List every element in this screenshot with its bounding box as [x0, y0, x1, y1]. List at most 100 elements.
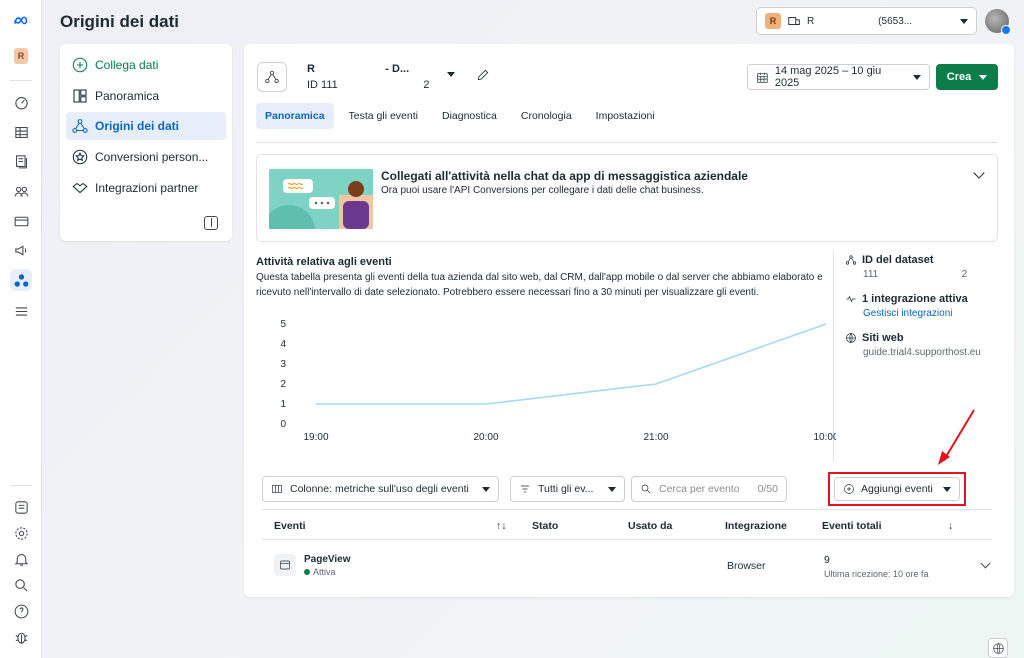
meta-logo-icon[interactable]	[10, 10, 32, 32]
sidebar-item-label: Conversioni person...	[95, 150, 209, 164]
bell-icon[interactable]	[10, 548, 32, 570]
x-tick-label: 20:00	[473, 432, 498, 443]
table-row[interactable]: PageView Attiva Browser 9 Ultima ricezio…	[262, 549, 992, 585]
event-last-received: Ultima ricezione: 10 ore fa	[824, 569, 929, 579]
settings-icon[interactable]	[10, 522, 32, 544]
date-range-picker[interactable]: 14 mag 2025 – 10 giu 2025	[747, 64, 930, 90]
sidebar-item-connect-data[interactable]: Collega dati	[66, 51, 226, 79]
account-name: R (5653...	[807, 15, 913, 27]
x-tick-label: 19:00	[303, 432, 328, 443]
add-events-label: Aggiungi eventi	[861, 483, 933, 495]
overview-icon	[73, 89, 87, 103]
people-icon[interactable]	[10, 180, 32, 202]
dashboard-icon[interactable]	[10, 91, 32, 113]
chevron-down-icon	[979, 74, 988, 80]
language-globe-icon[interactable]	[988, 638, 1008, 658]
integration-label: 1 integrazione attiva	[862, 293, 968, 305]
event-status-label: Attiva	[313, 567, 336, 577]
y-tick-label: 2	[280, 379, 286, 390]
table-header: Eventi ↑↓ Stato Usato da Integrazione Ev…	[262, 514, 992, 540]
chevron-down-icon	[608, 486, 616, 492]
add-events-button[interactable]: Aggiungi eventi	[834, 477, 960, 501]
col-used-by[interactable]: Usato da	[628, 520, 672, 532]
tab-diagnostics[interactable]: Diagnostica	[433, 103, 506, 129]
sidebar-item-data-sources[interactable]: Origini dei dati	[66, 112, 226, 140]
chevron-down-icon	[943, 486, 951, 492]
columns-dropdown[interactable]: Colonne: metriche sull'uso degli eventi	[262, 476, 499, 502]
manage-integrations-link[interactable]: Gestisci integrazioni	[863, 308, 968, 319]
y-tick-label: 3	[280, 359, 286, 370]
table-icon[interactable]	[10, 121, 32, 143]
sort-icon[interactable]: ↑↓	[496, 520, 507, 532]
sidebar: Collega dati Panoramica Origini dei dati…	[60, 44, 232, 241]
billing-icon[interactable]	[10, 210, 32, 232]
promo-banner[interactable]: Collegati all'attività nella chat da app…	[256, 154, 998, 242]
tab-settings[interactable]: Impostazioni	[587, 103, 664, 129]
col-total-events[interactable]: Eventi totali	[822, 520, 882, 532]
search-event-input[interactable]: Cerca per evento 0/50	[631, 476, 787, 502]
facebook-badge-icon	[1001, 25, 1011, 35]
sidebar-item-label: Origini dei dati	[95, 119, 180, 133]
tab-bar: Panoramica Testa gli eventi Diagnostica …	[256, 103, 670, 129]
event-total: 9	[824, 554, 830, 566]
columns-icon	[272, 485, 282, 493]
bug-icon[interactable]	[10, 626, 32, 648]
table-top-divider	[262, 509, 992, 510]
plus-circle-icon	[844, 484, 854, 494]
banner-title: Collegati all'attività nella chat da app…	[381, 169, 748, 183]
tab-test-events[interactable]: Testa gli eventi	[340, 103, 427, 129]
chat-illustration	[269, 169, 373, 229]
sort-down-icon[interactable]: ↓	[948, 520, 953, 532]
sidebar-item-custom-conversions[interactable]: Conversioni person...	[66, 143, 226, 171]
megaphone-icon[interactable]	[10, 239, 32, 261]
plus-circle-icon	[72, 57, 88, 73]
dataset-icon	[845, 255, 857, 265]
search-icon[interactable]	[10, 574, 32, 596]
search-count: 0/50	[757, 483, 778, 495]
events-filter-label: Tutti gli ev...	[538, 483, 594, 495]
col-status[interactable]: Stato	[532, 520, 558, 532]
dataset-id-value: 111 2	[863, 269, 968, 280]
expand-row-icon[interactable]	[980, 558, 991, 569]
chevron-down-icon[interactable]	[973, 167, 985, 179]
event-name[interactable]: PageView	[304, 554, 351, 565]
account-selector[interactable]: R R (5653...	[756, 7, 977, 35]
events-filter-dropdown[interactable]: Tutti gli ev...	[510, 476, 625, 502]
dataset-id-label: ID del dataset	[862, 254, 934, 266]
annotation-arrow	[938, 409, 975, 465]
create-button[interactable]: Crea	[936, 64, 998, 90]
star-badge-icon	[72, 149, 88, 165]
search-placeholder: Cerca per evento	[659, 483, 740, 495]
user-avatar[interactable]	[985, 9, 1011, 35]
col-integration[interactable]: Integrazione	[725, 520, 787, 532]
sidebar-item-overview[interactable]: Panoramica	[66, 82, 226, 110]
col-events[interactable]: Eventi	[274, 520, 306, 532]
chevron-down-icon	[960, 18, 968, 24]
sidebar-item-label: Collega dati	[95, 58, 159, 72]
news-icon[interactable]	[10, 496, 32, 518]
dataset-dropdown-icon[interactable]	[447, 72, 455, 77]
sidebar-item-label: Panoramica	[95, 89, 160, 103]
status-dot	[304, 569, 310, 575]
x-tick-label: 21:00	[643, 432, 668, 443]
collapse-sidebar-icon[interactable]	[204, 216, 218, 230]
event-status: Attiva	[304, 567, 336, 577]
edit-pencil-icon[interactable]	[476, 68, 490, 82]
websites-label: Siti web	[862, 332, 904, 344]
website-value: guide.trial4.supporthost.eu	[863, 347, 981, 358]
dataset-id-block: ID del dataset 111 2	[845, 254, 967, 280]
menu-icon[interactable]	[10, 300, 32, 322]
help-icon[interactable]	[10, 600, 32, 622]
data-sources-icon	[72, 119, 88, 133]
events-manager-icon[interactable]	[10, 269, 32, 291]
tab-overview[interactable]: Panoramica	[256, 103, 334, 129]
series-line	[316, 323, 827, 405]
sidebar-item-partner-integrations[interactable]: Integrazioni partner	[66, 174, 226, 202]
y-tick-label: 4	[280, 339, 286, 350]
account-avatar[interactable]: R	[10, 45, 32, 67]
pages-icon[interactable]	[10, 150, 32, 172]
tab-history[interactable]: Cronologia	[512, 103, 581, 129]
dataset-id: ID 111 2	[307, 79, 430, 91]
y-tick-label: 5	[280, 319, 286, 330]
left-rail: R	[0, 0, 42, 658]
